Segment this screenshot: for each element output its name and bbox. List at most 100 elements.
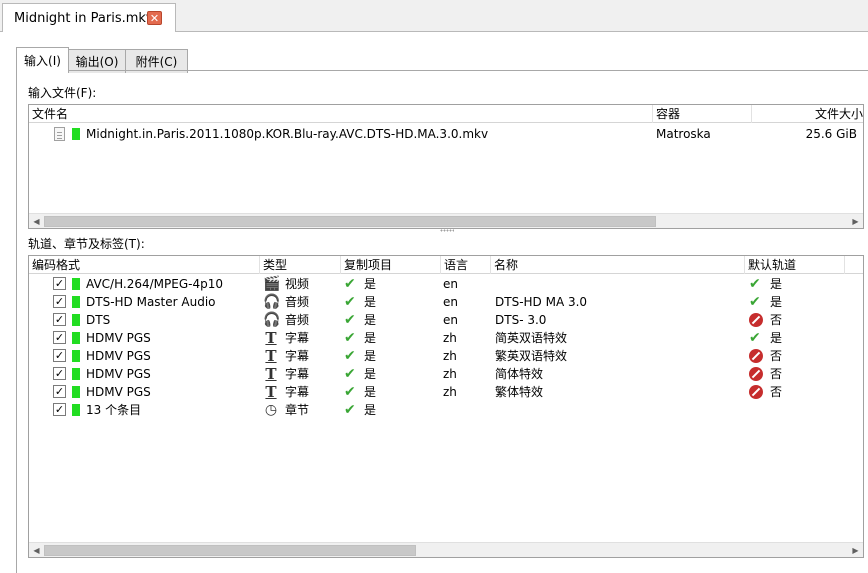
column-filesize[interactable]: 文件大小 — [752, 105, 863, 123]
tab-input[interactable]: 输入(I) — [16, 47, 69, 72]
track-type: 字幕 — [285, 367, 310, 381]
splitter-handle[interactable] — [440, 229, 454, 232]
tracks-hscrollbar[interactable]: ◀ ▶ — [29, 542, 863, 557]
file-container: Matroska — [656, 127, 711, 141]
no-icon — [749, 313, 763, 327]
track-default: 是 — [770, 331, 783, 345]
track-default: 是 — [770, 277, 783, 291]
track-copy: 是 — [364, 313, 377, 327]
track-language: zh — [443, 349, 457, 363]
track-default — [770, 401, 830, 419]
track-status-marker — [72, 386, 80, 398]
track-checkbox[interactable]: ✓ — [53, 403, 66, 416]
check-icon: ✔ — [344, 402, 356, 418]
column-container[interactable]: 容器 — [653, 105, 752, 123]
input-file-row[interactable]: Midnight.in.Paris.2011.1080p.KOR.Blu-ray… — [29, 125, 863, 143]
track-checkbox[interactable]: ✓ — [53, 385, 66, 398]
clock-icon: ◷ — [264, 402, 278, 418]
scroll-right-icon[interactable]: ▶ — [848, 543, 863, 557]
track-row[interactable]: ✓ HDMV PGS T 字幕 ✔ 是 zh 简体特效 否 — [29, 365, 863, 383]
track-name: 简英双语特效 — [495, 331, 568, 345]
tracks-list[interactable]: 编码格式 类型 复制项目 语言 名称 默认轨道 ✓ AVC/H.264/MPEG-… — [28, 255, 864, 558]
file-name: Midnight.in.Paris.2011.1080p.KOR.Blu-ray… — [86, 127, 489, 141]
column-default-track[interactable]: 默认轨道 — [745, 256, 845, 274]
scroll-right-icon[interactable]: ▶ — [848, 214, 863, 228]
scroll-left-icon[interactable]: ◀ — [29, 214, 44, 228]
track-row[interactable]: ✓ HDMV PGS T 字幕 ✔ 是 zh 繁体特效 否 — [29, 383, 863, 401]
track-status-marker — [72, 368, 80, 380]
document-tab-title: Midnight in Paris.mkv — [14, 11, 154, 26]
input-files-scroll-thumb[interactable] — [44, 216, 656, 227]
tab-input-label: 输入(I) — [24, 53, 61, 68]
track-type: 章节 — [285, 403, 310, 417]
track-checkbox[interactable]: ✓ — [53, 295, 66, 308]
track-status-marker — [72, 404, 80, 416]
check-icon: ✔ — [344, 348, 356, 364]
check-icon: ✔ — [749, 330, 761, 346]
track-row[interactable]: ✓ 13 个条目 ◷ 章节 ✔ 是 — [29, 401, 863, 419]
track-copy: 是 — [364, 349, 377, 363]
track-name: 繁体特效 — [495, 385, 544, 399]
track-checkbox[interactable]: ✓ — [53, 277, 66, 290]
track-name: 繁英双语特效 — [495, 349, 568, 363]
column-type[interactable]: 类型 — [260, 256, 341, 274]
track-name: DTS- 3.0 — [495, 313, 547, 327]
tracks-header: 编码格式 类型 复制项目 语言 名称 默认轨道 — [29, 256, 863, 274]
input-files-label: 输入文件(F): — [28, 86, 97, 100]
track-codec: HDMV PGS — [86, 331, 151, 345]
track-copy: 是 — [364, 277, 377, 291]
column-language[interactable]: 语言 — [441, 256, 491, 274]
file-size: 25.6 GiB — [805, 127, 857, 141]
input-files-list[interactable]: 文件名 容器 文件大小 Midnight.in.Paris.2011.1080p… — [28, 104, 864, 229]
track-codec: HDMV PGS — [86, 385, 151, 399]
track-checkbox[interactable]: ✓ — [53, 331, 66, 344]
track-language: en — [443, 313, 458, 327]
check-icon: ✔ — [344, 330, 356, 346]
track-default: 否 — [770, 313, 783, 327]
track-language: zh — [443, 367, 457, 381]
track-language: en — [443, 277, 458, 291]
track-copy: 是 — [364, 295, 377, 309]
track-checkbox[interactable]: ✓ — [53, 313, 66, 326]
track-codec: DTS-HD Master Audio — [86, 295, 216, 309]
track-copy: 是 — [364, 367, 377, 381]
track-name — [495, 401, 735, 419]
check-icon: ✔ — [344, 366, 356, 382]
close-icon[interactable]: ✕ — [147, 11, 162, 25]
scroll-left-icon[interactable]: ◀ — [29, 543, 44, 557]
track-language: en — [443, 295, 458, 309]
check-icon: ✔ — [344, 384, 356, 400]
column-codec[interactable]: 编码格式 — [29, 256, 260, 274]
track-type: 音频 — [285, 313, 310, 327]
tracks-scroll-thumb[interactable] — [44, 545, 416, 556]
track-row[interactable]: ✓ HDMV PGS T 字幕 ✔ 是 zh 简英双语特效 ✔ 是 — [29, 329, 863, 347]
text-t-icon: T — [265, 347, 277, 365]
tracks-label: 轨道、章节及标签(T): — [28, 237, 145, 251]
track-checkbox[interactable]: ✓ — [53, 367, 66, 380]
track-row[interactable]: ✓ DTS 🎧 音频 ✔ 是 en DTS- 3.0 否 — [29, 311, 863, 329]
text-t-icon: T — [265, 383, 277, 401]
track-name: DTS-HD MA 3.0 — [495, 295, 588, 309]
headphones-icon: 🎧 — [263, 294, 281, 310]
file-status-marker — [72, 128, 80, 140]
track-status-marker — [72, 314, 80, 326]
track-codec: AVC/H.264/MPEG-4p10 — [86, 277, 223, 291]
input-files-hscrollbar[interactable]: ◀ ▶ — [29, 213, 863, 228]
track-codec: DTS — [86, 313, 111, 327]
column-filename[interactable]: 文件名 — [29, 105, 653, 123]
track-codec: HDMV PGS — [86, 349, 151, 363]
track-row[interactable]: ✓ AVC/H.264/MPEG-4p10 🎬 视频 ✔ 是 en ✔ 是 — [29, 275, 863, 293]
tab-output-label: 输出(O) — [75, 55, 119, 69]
track-name: 简体特效 — [495, 367, 544, 381]
check-icon: ✔ — [344, 276, 356, 292]
subtab-bar: 输入(I) 输出(O) 附件(C) — [16, 47, 188, 73]
track-type: 字幕 — [285, 385, 310, 399]
track-row[interactable]: ✓ HDMV PGS T 字幕 ✔ 是 zh 繁英双语特效 否 — [29, 347, 863, 365]
track-checkbox[interactable]: ✓ — [53, 349, 66, 362]
no-icon — [749, 349, 763, 363]
track-row[interactable]: ✓ DTS-HD Master Audio 🎧 音频 ✔ 是 en DTS-HD MA 3.0… — [29, 293, 863, 311]
track-default: 否 — [770, 349, 783, 363]
column-name[interactable]: 名称 — [491, 256, 745, 274]
column-copy[interactable]: 复制项目 — [341, 256, 441, 274]
document-tab[interactable]: Midnight in Paris.mkv ✕ — [2, 3, 176, 33]
